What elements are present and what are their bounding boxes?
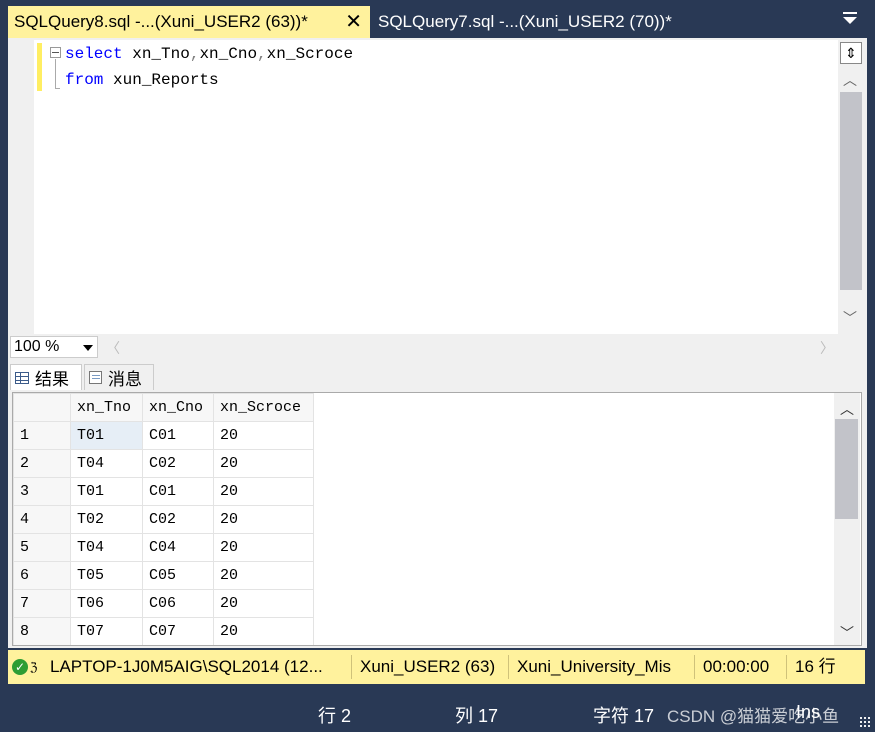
scroll-left-icon[interactable]: 〈 — [106, 338, 120, 358]
scroll-down-icon[interactable]: ﹀ — [843, 308, 857, 328]
split-handle-icon[interactable]: ⇕ — [840, 42, 862, 64]
grid-cell[interactable]: C06 — [142, 589, 214, 618]
grid-cell[interactable]: T04 — [70, 533, 143, 562]
grid-cell[interactable]: 20 — [213, 561, 314, 590]
scrollbar-thumb[interactable] — [835, 419, 858, 519]
grid-cell[interactable]: C01 — [142, 421, 214, 450]
zoom-value: 100 % — [14, 338, 60, 355]
tab-label: SQLQuery7.sql -...(Xuni_USER2 (70))* — [378, 12, 672, 31]
success-check-icon: ✓ — [12, 659, 28, 675]
tab-messages[interactable]: 消息 — [84, 364, 154, 390]
grid-cell[interactable]: C07 — [142, 617, 214, 645]
grid-cell[interactable]: C02 — [142, 449, 214, 478]
column-header[interactable]: xn_Tno — [70, 393, 143, 422]
scroll-up-icon[interactable]: ︿ — [843, 70, 857, 90]
editor-zoom-row: 100 % 〈 〉 — [8, 334, 838, 360]
status-elapsed-time: 00:00:00 — [695, 655, 787, 679]
code-line-1[interactable]: select xn_Tno,xn_Cno,xn_Scroce — [65, 45, 353, 63]
row-number[interactable]: 7 — [13, 589, 71, 618]
query-icon: ℨ — [30, 660, 38, 674]
status-server: LAPTOP-1J0M5AIG\SQL2014 (12... — [42, 655, 352, 679]
grid-cell[interactable]: T01 — [70, 421, 143, 450]
status-column: 列 17 — [455, 706, 499, 726]
tab-results-label: 结果 — [35, 370, 69, 389]
change-tracking-bar — [37, 43, 42, 91]
table-row: 4 T02 C02 20 — [13, 505, 314, 534]
grid-cell[interactable]: 20 — [213, 533, 314, 562]
grid-cell[interactable]: 20 — [213, 449, 314, 478]
table-row: 2 T04 C02 20 — [13, 449, 314, 478]
table-row: 8 T07 C07 20 — [13, 617, 314, 645]
grid-cell[interactable]: 20 — [213, 421, 314, 450]
editor-vertical-scrollbar[interactable]: ⇕ ︿ ﹀ — [838, 40, 865, 334]
row-number[interactable]: 3 — [13, 477, 71, 506]
code-line-2[interactable]: from xun_Reports — [65, 71, 219, 89]
row-number[interactable]: 8 — [13, 617, 71, 645]
table-row: 6 T05 C05 20 — [13, 561, 314, 590]
table-row: 3 T01 C01 20 — [13, 477, 314, 506]
grid-cell[interactable]: T06 — [70, 589, 143, 618]
results-vertical-scrollbar[interactable]: ︿ ﹀ — [834, 393, 860, 645]
row-number[interactable]: 2 — [13, 449, 71, 478]
tab-list-dropdown-icon[interactable] — [843, 12, 859, 26]
close-icon[interactable]: ✕ — [345, 12, 362, 32]
grid-cell[interactable]: 20 — [213, 617, 314, 645]
scroll-up-icon[interactable]: ︿ — [840, 399, 854, 419]
scrollbar-thumb[interactable] — [840, 92, 862, 290]
tab-sqlquery7[interactable]: SQLQuery7.sql -...(Xuni_USER2 (70))* — [372, 6, 712, 38]
grid-cell[interactable]: T05 — [70, 561, 143, 590]
chevron-down-icon — [83, 345, 93, 351]
column-header[interactable]: xn_Cno — [142, 393, 214, 422]
status-line: 行 2 — [318, 706, 352, 726]
grid-cell[interactable]: C02 — [142, 505, 214, 534]
row-number[interactable]: 4 — [13, 505, 71, 534]
row-number-header[interactable] — [13, 393, 71, 422]
table-row: 1 T01 C01 20 — [13, 421, 314, 450]
message-icon — [89, 371, 102, 384]
sql-editor[interactable]: select xn_Tno,xn_Cno,xn_Scroce from xun_… — [8, 40, 838, 334]
document-tab-strip: SQLQuery8.sql -...(Xuni_USER2 (63))* ✕ S… — [0, 0, 875, 40]
status-user: Xuni_USER2 (63) — [352, 655, 509, 679]
results-tab-strip: 结果 消息 — [8, 362, 865, 390]
status-char: 字符 17 — [593, 706, 655, 726]
watermark: CSDN @猫猫爱吃小鱼 — [667, 707, 840, 726]
header-row: xn_Tno xn_Cno xn_Scroce — [13, 393, 314, 422]
grid-cell[interactable]: C04 — [142, 533, 214, 562]
grid-cell[interactable]: C01 — [142, 477, 214, 506]
grid-cell[interactable]: 20 — [213, 477, 314, 506]
column-header[interactable]: xn_Scroce — [213, 393, 314, 422]
grid-cell[interactable]: T04 — [70, 449, 143, 478]
tab-label: SQLQuery8.sql -...(Xuni_USER2 (63))* — [14, 12, 308, 31]
table-row: 5 T04 C04 20 — [13, 533, 314, 562]
query-status-bar: ✓ ℨ LAPTOP-1J0M5AIG\SQL2014 (12... Xuni_… — [8, 650, 865, 684]
grid-cell[interactable]: T01 — [70, 477, 143, 506]
tab-sqlquery8[interactable]: SQLQuery8.sql -...(Xuni_USER2 (63))* ✕ — [8, 6, 370, 38]
tab-messages-label: 消息 — [108, 370, 142, 389]
editor-gutter — [8, 40, 34, 334]
resize-grip-icon[interactable] — [859, 716, 871, 728]
scroll-down-icon[interactable]: ﹀ — [840, 623, 854, 643]
row-number[interactable]: 5 — [13, 533, 71, 562]
tab-results[interactable]: 结果 — [10, 364, 82, 390]
results-table: xn_Tno xn_Cno xn_Scroce 1 T01 C01 20 2 T… — [13, 393, 314, 645]
table-row: 7 T06 C06 20 — [13, 589, 314, 618]
grid-cell[interactable]: T07 — [70, 617, 143, 645]
row-number[interactable]: 6 — [13, 561, 71, 590]
collapse-outline-icon[interactable] — [50, 47, 61, 58]
row-number[interactable]: 1 — [13, 421, 71, 450]
zoom-select[interactable]: 100 % — [10, 336, 98, 358]
status-row-count: 16 行 — [795, 657, 836, 676]
grid-cell[interactable]: 20 — [213, 589, 314, 618]
scroll-right-icon[interactable]: 〉 — [820, 338, 834, 358]
outline-line — [55, 59, 60, 89]
results-grid[interactable]: xn_Tno xn_Cno xn_Scroce 1 T01 C01 20 2 T… — [12, 392, 862, 646]
grid-cell[interactable]: T02 — [70, 505, 143, 534]
grid-cell[interactable]: C05 — [142, 561, 214, 590]
grid-icon — [15, 371, 29, 384]
grid-cell[interactable]: 20 — [213, 505, 314, 534]
status-database: Xuni_University_Mis — [509, 655, 695, 679]
